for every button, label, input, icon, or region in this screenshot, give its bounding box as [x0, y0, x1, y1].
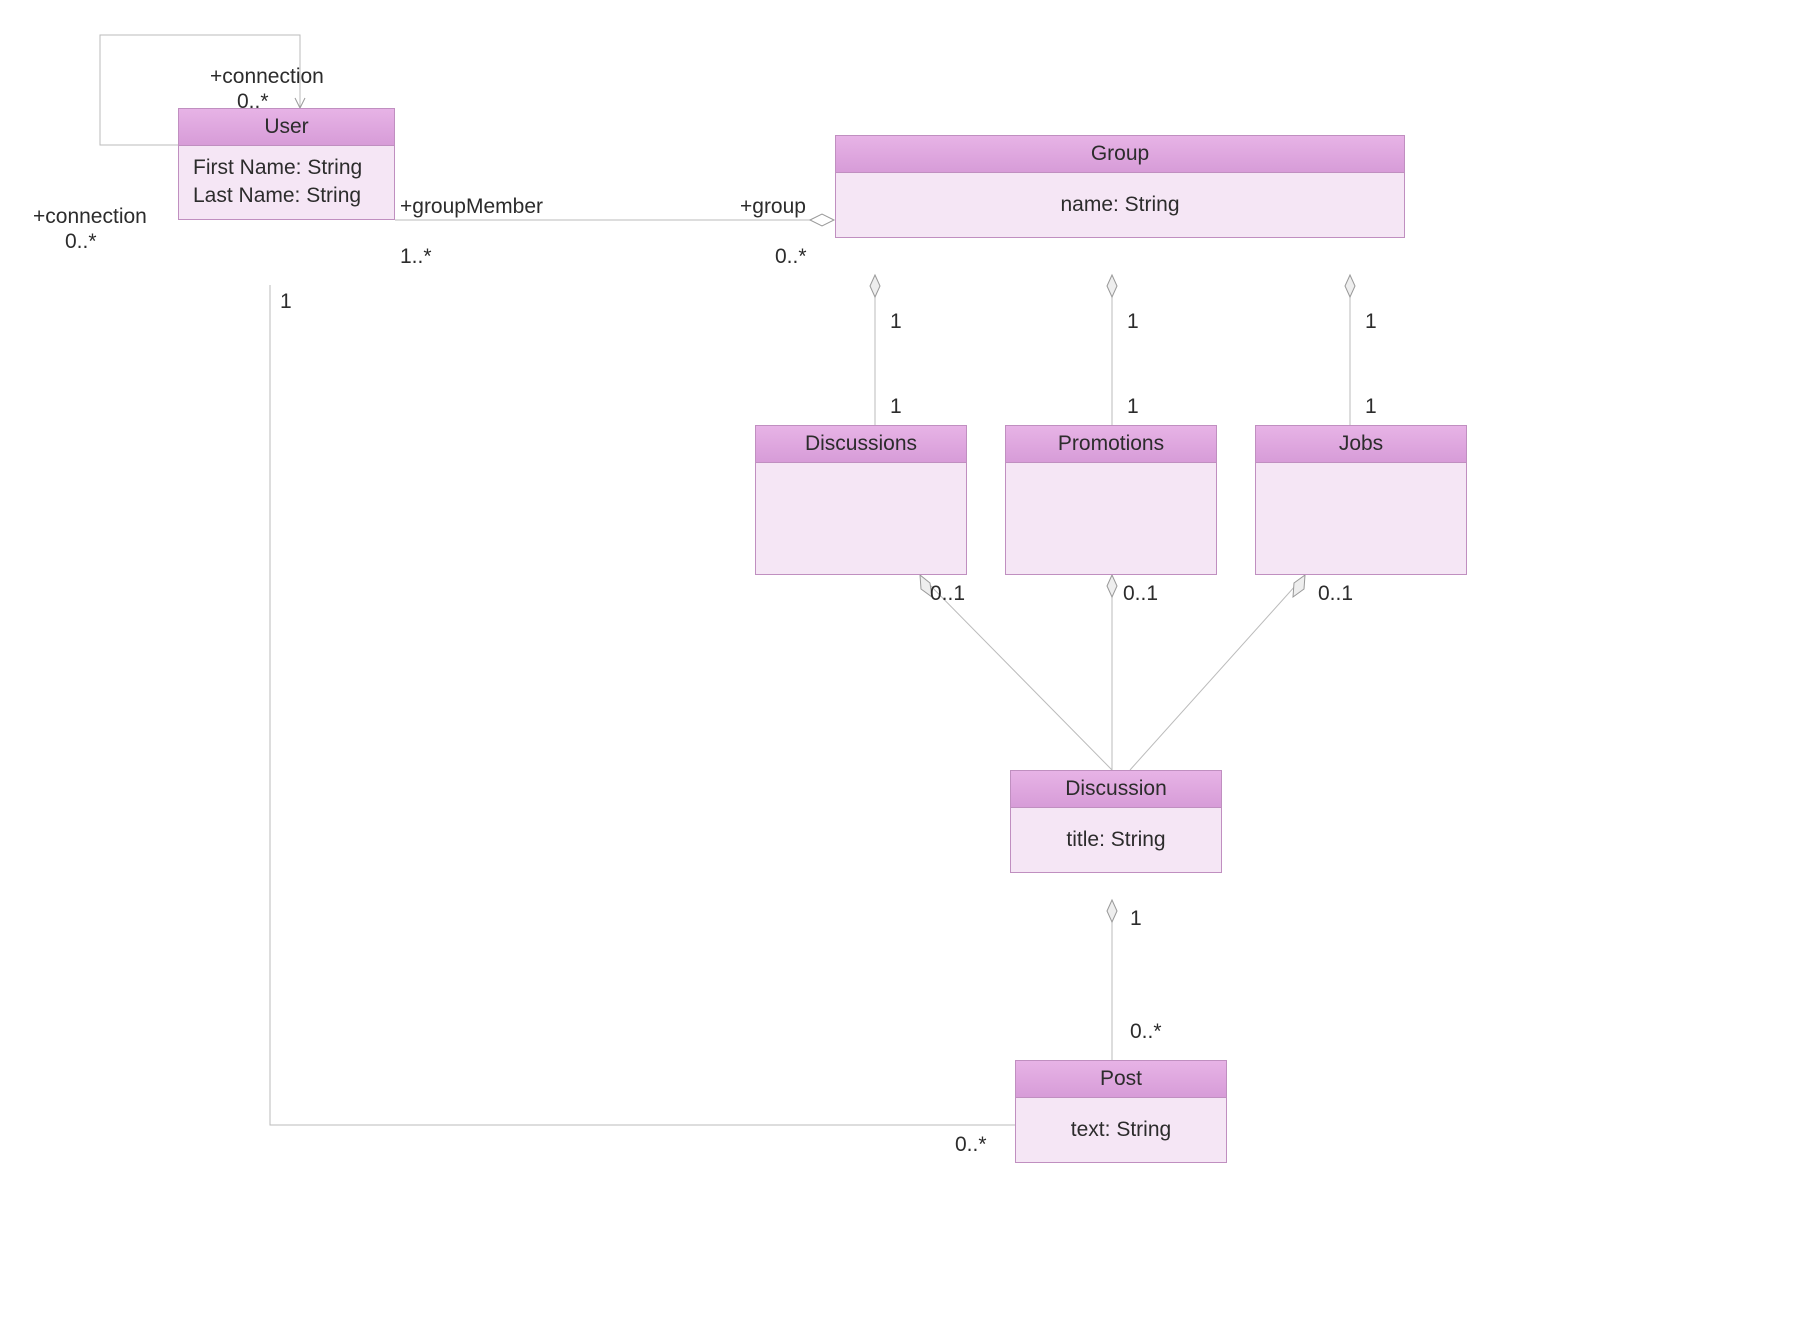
uml-canvas: User First Name: String Last Name: Strin… [0, 0, 1794, 1332]
class-discussion-attr-0: title: String [1025, 826, 1207, 854]
label-user-post-mult: 0..* [955, 1133, 987, 1157]
label-g-p-bot: 1 [1127, 395, 1139, 419]
class-promotions-body [1006, 463, 1216, 479]
class-post[interactable]: Post text: String [1015, 1060, 1227, 1163]
class-discussion[interactable]: Discussion title: String [1010, 770, 1222, 873]
class-discussion-body: title: String [1011, 808, 1221, 872]
label-d-01: 0..1 [930, 582, 965, 606]
label-connection-top: +connection [210, 65, 324, 89]
class-post-body: text: String [1016, 1098, 1226, 1162]
class-promotions-title: Promotions [1006, 426, 1216, 463]
label-group-role-mult: 0..* [775, 245, 807, 269]
label-group-role: +group [740, 195, 806, 219]
label-connection-left: +connection [33, 205, 147, 229]
label-g-d-top: 1 [890, 310, 902, 334]
label-g-d-bot: 1 [890, 395, 902, 419]
label-connection-top-mult: 0..* [237, 90, 269, 114]
class-group[interactable]: Group name: String [835, 135, 1405, 238]
class-user-attr-1: Last Name: String [193, 182, 380, 210]
class-group-title: Group [836, 136, 1404, 173]
class-promotions[interactable]: Promotions [1005, 425, 1217, 575]
class-discussions[interactable]: Discussions [755, 425, 967, 575]
class-post-title: Post [1016, 1061, 1226, 1098]
class-discussions-title: Discussions [756, 426, 966, 463]
label-group-member: +groupMember [400, 195, 543, 219]
label-g-p-top: 1 [1127, 310, 1139, 334]
class-discussion-title: Discussion [1011, 771, 1221, 808]
label-p-01: 0..1 [1123, 582, 1158, 606]
label-disc-one: 1 [1130, 907, 1142, 931]
label-g-j-bot: 1 [1365, 395, 1377, 419]
class-jobs-body [1256, 463, 1466, 479]
class-group-attr-0: name: String [850, 191, 1390, 219]
class-jobs-title: Jobs [1256, 426, 1466, 463]
class-user-title: User [179, 109, 394, 146]
label-post-zerostar: 0..* [1130, 1020, 1162, 1044]
class-group-body: name: String [836, 173, 1404, 237]
class-jobs[interactable]: Jobs [1255, 425, 1467, 575]
class-post-attr-0: text: String [1030, 1116, 1212, 1144]
label-j-01: 0..1 [1318, 582, 1353, 606]
class-user-body: First Name: String Last Name: String [179, 146, 394, 219]
class-user-attr-0: First Name: String [193, 154, 380, 182]
class-discussions-body [756, 463, 966, 479]
label-group-member-mult: 1..* [400, 245, 432, 269]
class-user[interactable]: User First Name: String Last Name: Strin… [178, 108, 395, 220]
label-g-j-top: 1 [1365, 310, 1377, 334]
label-user-one: 1 [280, 290, 292, 314]
label-connection-left-mult: 0..* [65, 230, 97, 254]
